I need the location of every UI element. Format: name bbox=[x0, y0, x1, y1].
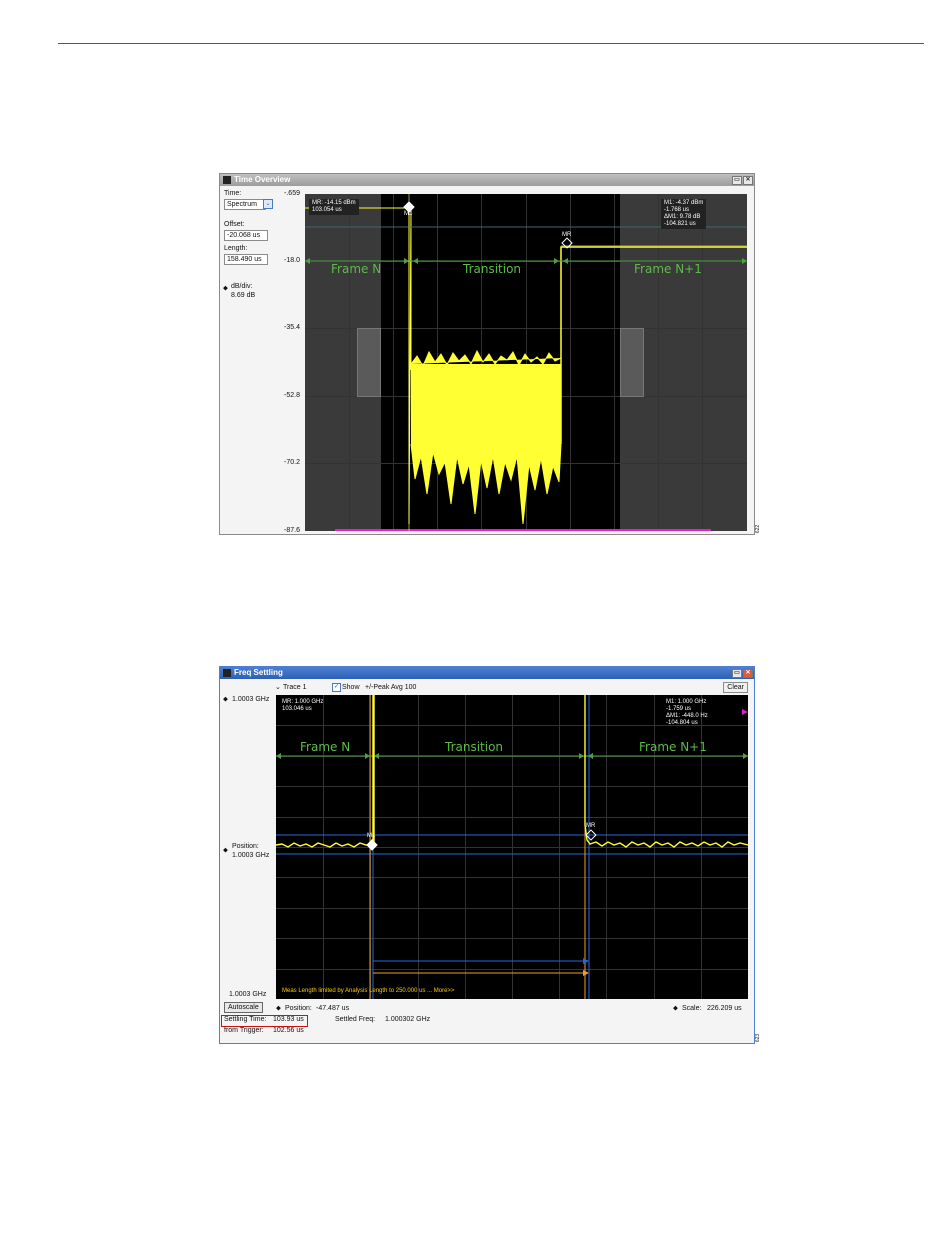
marker-readout-line: ΔM1: -448.0 Hz bbox=[666, 713, 708, 719]
y-tick: -18.0 bbox=[284, 257, 300, 264]
frame-n1-label: Frame N+1 bbox=[639, 740, 707, 754]
m1-marker-label: M1 bbox=[404, 211, 413, 217]
restore-button[interactable]: ▭ bbox=[732, 176, 742, 185]
window-title: Freq Settling bbox=[234, 668, 283, 677]
settled-freq-label: Settled Freq: bbox=[335, 1016, 376, 1023]
marker-readout-right: M1: -4.37 dBm -1.768 us ΔM1: 9.78 dB -10… bbox=[661, 199, 707, 229]
marker-readout-right: M1: 1.000 GHz -1.759 us ΔM1: -448.0 Hz -… bbox=[666, 699, 708, 727]
analysis-length-warning[interactable]: Meas Length limited by Analysis Length t… bbox=[282, 988, 454, 994]
marker-readout-line: -104.821 us bbox=[664, 221, 696, 227]
restore-button[interactable]: ▭ bbox=[732, 669, 742, 678]
offset-label: Offset: bbox=[224, 221, 245, 228]
figure-tag: 622 bbox=[755, 524, 762, 534]
marker-readout-line: M1: 1.000 GHz bbox=[666, 699, 707, 705]
marker-readout-left: MR: 1.000 GHz 103.046 us bbox=[282, 699, 323, 713]
window-app-icon bbox=[223, 669, 231, 677]
length-label: Length: bbox=[224, 245, 248, 252]
chevron-down-icon[interactable]: ⌄ bbox=[275, 683, 281, 691]
transition-label: Transition bbox=[463, 262, 522, 276]
scale-value[interactable]: 226.209 us bbox=[707, 1005, 742, 1012]
marker-readout-left: MR: -14.15 dBm 103.054 us bbox=[309, 199, 359, 215]
y-position-value[interactable]: 1.0003 GHz bbox=[232, 852, 269, 859]
marker-readout-line: 103.046 us bbox=[282, 706, 312, 712]
frame-n1-label: Frame N+1 bbox=[634, 262, 702, 276]
settling-time-label: Settling Time: bbox=[224, 1016, 267, 1023]
time-overview-titlebar: Time Overview ▭ ✕ bbox=[220, 174, 754, 186]
dbdiv-value[interactable]: 8.69 dB bbox=[231, 292, 255, 299]
x-position-value[interactable]: -47.487 us bbox=[316, 1005, 349, 1012]
y-tick: -52.8 bbox=[284, 392, 300, 399]
frame-n-label: Frame N bbox=[331, 262, 382, 276]
autoscale-button[interactable]: Autoscale bbox=[224, 1002, 263, 1013]
marker-readout-line: 103.054 us bbox=[312, 207, 342, 213]
from-trigger-label: from Trigger: bbox=[224, 1027, 264, 1034]
y-position-label: Position: bbox=[232, 843, 259, 850]
mr-marker-label: MR bbox=[586, 823, 596, 829]
y-tick: -35.4 bbox=[284, 324, 300, 331]
chevron-down-icon[interactable]: ⌄ bbox=[263, 199, 273, 209]
spin-icon[interactable]: ⬥ bbox=[223, 847, 228, 855]
window-app-icon bbox=[223, 176, 231, 184]
freq-settling-titlebar: Freq Settling ▭ ✕ bbox=[220, 667, 754, 679]
dbdiv-label: dB/div: bbox=[231, 283, 253, 290]
length-field[interactable]: 158.490 us bbox=[224, 254, 268, 265]
offset-field[interactable]: -20.068 us bbox=[224, 230, 268, 241]
marker-readout-line: MR: -14.15 dBm bbox=[312, 200, 356, 206]
time-overview-plot[interactable]: Frame N Transition Frame N+1 MR: -14.15 … bbox=[305, 194, 747, 531]
settling-time-value: 103.93 us bbox=[273, 1016, 304, 1023]
time-select[interactable]: Spectrum bbox=[224, 199, 266, 210]
show-label: Show bbox=[342, 684, 360, 691]
spectrum-trace bbox=[305, 194, 747, 531]
transition-label: Transition bbox=[445, 740, 504, 754]
marker-readout-line: M1: -4.37 dBm bbox=[664, 200, 704, 206]
marker-readout-line: -1.768 us bbox=[664, 207, 690, 213]
m1-marker-label: M1 bbox=[367, 833, 376, 839]
marker-readout-line: ΔM1: 9.78 dB bbox=[664, 214, 701, 220]
y-tick: -70.2 bbox=[284, 459, 300, 466]
spin-icon[interactable]: ⬥ bbox=[223, 696, 228, 704]
spin-icon[interactable]: ⬥ bbox=[223, 285, 228, 293]
y-top-label[interactable]: 1.0003 GHz bbox=[232, 696, 269, 703]
from-trigger-value: 102.56 us bbox=[273, 1027, 304, 1034]
spin-icon[interactable]: ⬥ bbox=[673, 1005, 678, 1013]
trace-selector[interactable]: Trace 1 bbox=[283, 684, 306, 691]
freq-settling-plot[interactable]: Frame N Transition Frame N+1 MR: 1.000 G… bbox=[276, 695, 748, 999]
mr-marker-label: MR bbox=[562, 232, 572, 238]
header-rule bbox=[58, 43, 924, 44]
marker-readout-line: -104.804 us bbox=[666, 720, 698, 726]
detector-label: +/-Peak Avg 100 bbox=[365, 684, 417, 691]
time-label: Time: bbox=[224, 190, 242, 197]
y-tick: -87.6 bbox=[284, 527, 300, 534]
marker-readout-line: MR: 1.000 GHz bbox=[282, 699, 324, 705]
y-tick: -.659 bbox=[284, 190, 300, 197]
time-overview-window: Time Overview ▭ ✕ Time: Spectrum ⌄ Offse… bbox=[219, 173, 755, 535]
show-checkbox[interactable]: ✓ bbox=[332, 683, 341, 692]
frame-n-label: Frame N bbox=[300, 740, 351, 754]
x-position-label: Position: bbox=[285, 1005, 312, 1012]
spin-icon[interactable]: ⬥ bbox=[276, 1005, 281, 1013]
figure-tag: 623 bbox=[755, 1033, 762, 1043]
scale-label: Scale: bbox=[682, 1005, 702, 1012]
settled-freq-value: 1.000302 GHz bbox=[385, 1016, 431, 1023]
marker-readout-line: -1.759 us bbox=[666, 706, 692, 712]
window-title: Time Overview bbox=[234, 175, 291, 184]
clear-button[interactable]: Clear bbox=[723, 682, 748, 693]
close-button[interactable]: ✕ bbox=[743, 176, 753, 185]
y-bottom-label: 1.0003 GHz bbox=[229, 991, 267, 998]
freq-settling-window: Freq Settling ▭ ✕ ⌄ Trace 1 ✓ Show +/-Pe… bbox=[219, 666, 755, 1044]
close-button[interactable]: ✕ bbox=[743, 669, 753, 678]
